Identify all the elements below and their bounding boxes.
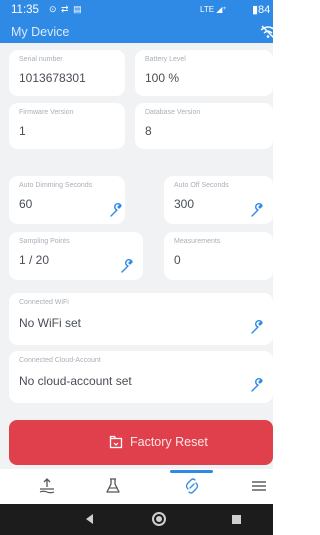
field-value: 1013678301 <box>19 71 86 85</box>
system-navigation-bar <box>0 504 273 535</box>
database-version-card: Database Version 8 <box>135 103 273 149</box>
field-value: 100 % <box>145 71 180 85</box>
flask-tab-icon[interactable] <box>104 477 122 495</box>
network-indicator: LTE ◢⁺ <box>200 5 227 14</box>
factory-reset-button[interactable]: Factory Reset <box>9 420 273 465</box>
field-value: 1 / 20 <box>19 253 50 267</box>
notification-icons: ⊙ ⇄ ▤ <box>49 4 83 14</box>
field-value: 1 <box>19 124 26 138</box>
recents-icon[interactable] <box>232 515 241 524</box>
device-content: Serial number 1013678301 Battery Level 1… <box>0 43 273 469</box>
connected-wifi-card[interactable]: Connected WiFi No WiFi set <box>9 293 273 345</box>
field-label: Measurements <box>174 238 221 245</box>
wifi-off-icon[interactable] <box>260 25 276 39</box>
upload-tab-icon[interactable] <box>38 477 56 495</box>
field-label: Connected Cloud-Account <box>19 357 101 364</box>
page-title: My Device <box>11 25 70 39</box>
firmware-version-card: Firmware Version 1 <box>9 103 125 149</box>
sampling-points-card[interactable]: Sampling Points 1 / 20 <box>9 232 143 280</box>
field-value: 300 <box>174 197 195 211</box>
serial-number-card: Serial number 1013678301 <box>9 50 125 96</box>
connected-cloud-card[interactable]: Connected Cloud-Account No cloud-account… <box>9 351 273 403</box>
measurements-card: Measurements 0 <box>164 232 273 280</box>
battery-indicator: ▮84 <box>252 4 271 16</box>
field-label: Auto Dimming Seconds <box>19 182 93 189</box>
field-label: Auto Off Seconds <box>174 182 229 189</box>
battery-level-card: Battery Level 100 % <box>135 50 273 96</box>
home-icon[interactable] <box>152 512 166 526</box>
field-label: Database Version <box>145 109 201 116</box>
wrench-icon[interactable] <box>249 202 265 218</box>
field-value: No cloud-account set <box>19 374 132 388</box>
field-label: Serial number <box>19 56 63 63</box>
auto-dimming-card[interactable]: Auto Dimming Seconds 60 <box>9 176 125 224</box>
field-value: 60 <box>19 197 33 211</box>
clock: 11:35 <box>11 4 39 16</box>
wrench-icon[interactable] <box>108 202 124 218</box>
status-bar: 11:35 ⊙ ⇄ ▤ LTE ◢⁺ ▮84 <box>0 0 273 21</box>
field-value: No WiFi set <box>19 316 82 330</box>
bottom-navigation <box>0 469 273 504</box>
factory-reset-icon <box>109 435 123 449</box>
field-label: Battery Level <box>145 56 186 63</box>
wrench-icon[interactable] <box>119 258 135 274</box>
wrench-icon[interactable] <box>249 319 265 335</box>
wrench-icon[interactable] <box>249 377 265 393</box>
field-label: Connected WiFi <box>19 299 69 306</box>
field-value: 0 <box>174 253 181 267</box>
app-bar: My Device <box>0 21 276 43</box>
device-link-tab-icon[interactable] <box>183 477 201 495</box>
field-label: Firmware Version <box>19 109 74 116</box>
factory-reset-label: Factory Reset <box>130 435 208 449</box>
field-label: Sampling Points <box>19 238 70 245</box>
auto-off-card[interactable]: Auto Off Seconds 300 <box>164 176 273 224</box>
menu-tab-icon[interactable] <box>250 477 268 495</box>
back-icon[interactable] <box>86 514 93 524</box>
field-value: 8 <box>145 124 152 138</box>
active-tab-indicator <box>170 470 213 473</box>
